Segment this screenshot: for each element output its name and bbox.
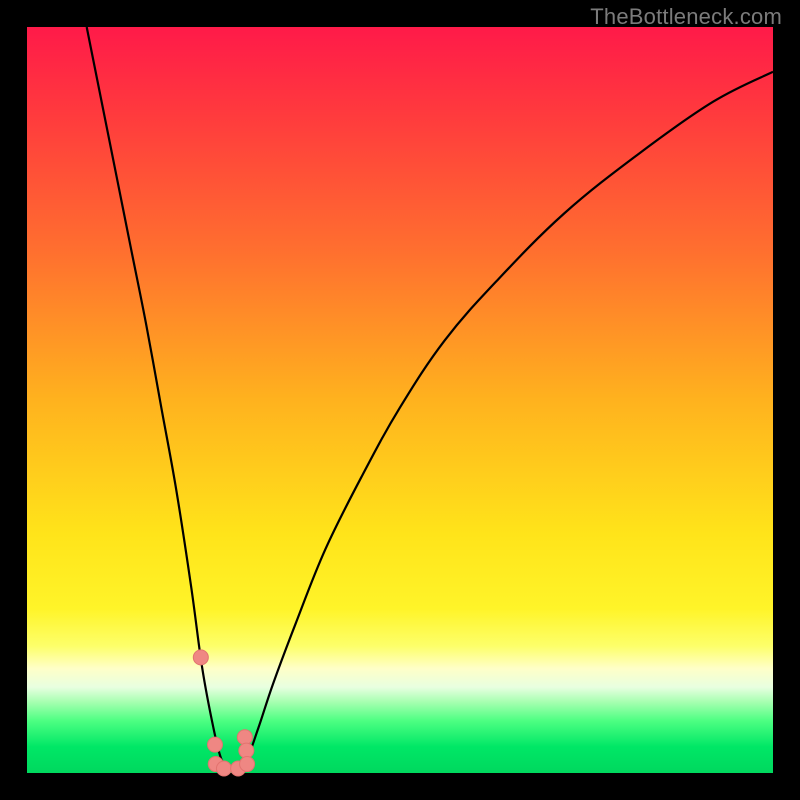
data-marker — [239, 743, 254, 758]
bottleneck-chart — [0, 0, 800, 800]
data-marker — [240, 757, 255, 772]
data-marker — [216, 761, 231, 776]
data-marker — [237, 730, 252, 745]
watermark-text: TheBottleneck.com — [590, 4, 782, 30]
data-marker — [193, 650, 208, 665]
data-marker — [207, 737, 222, 752]
plot-background — [27, 27, 773, 773]
chart-frame: TheBottleneck.com — [0, 0, 800, 800]
